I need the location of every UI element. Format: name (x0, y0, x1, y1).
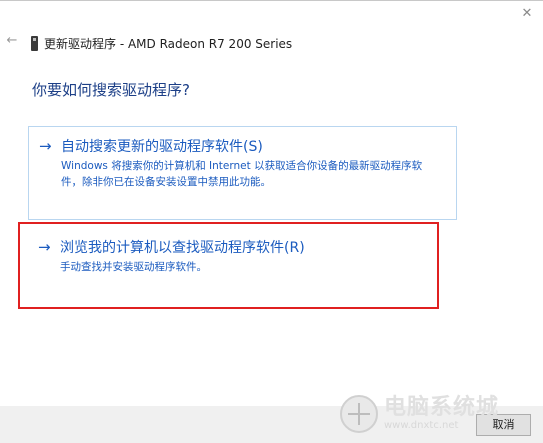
highlight-annotation-box (18, 222, 439, 309)
close-icon[interactable]: ✕ (519, 6, 535, 22)
window-top-border (0, 0, 543, 1)
window-title: 更新驱动程序 - AMD Radeon R7 200 Series (44, 36, 293, 51)
auto-search-description: Windows 将搜索你的计算机和 Internet 以获取适合你设备的最新驱动… (61, 160, 423, 188)
auto-search-title: 自动搜索更新的驱动程序软件(S) (61, 139, 263, 155)
window-title-row: 更新驱动程序 - AMD Radeon R7 200 Series (31, 34, 292, 52)
page-heading: 你要如何搜索驱动程序? (32, 81, 190, 99)
device-icon (31, 35, 38, 51)
watermark-text: 电脑系统城 (384, 394, 500, 420)
auto-search-option[interactable]: → 自动搜索更新的驱动程序软件(S) Windows 将搜索你的计算机和 Int… (28, 126, 457, 220)
arrow-right-icon: → (39, 137, 52, 155)
back-arrow-icon[interactable]: ← (4, 33, 20, 49)
site-watermark: 电脑系统城 www.dnxtc.net (340, 384, 540, 443)
watermark-logo-icon (340, 394, 378, 433)
watermark-url: www.dnxtc.net (384, 419, 459, 431)
